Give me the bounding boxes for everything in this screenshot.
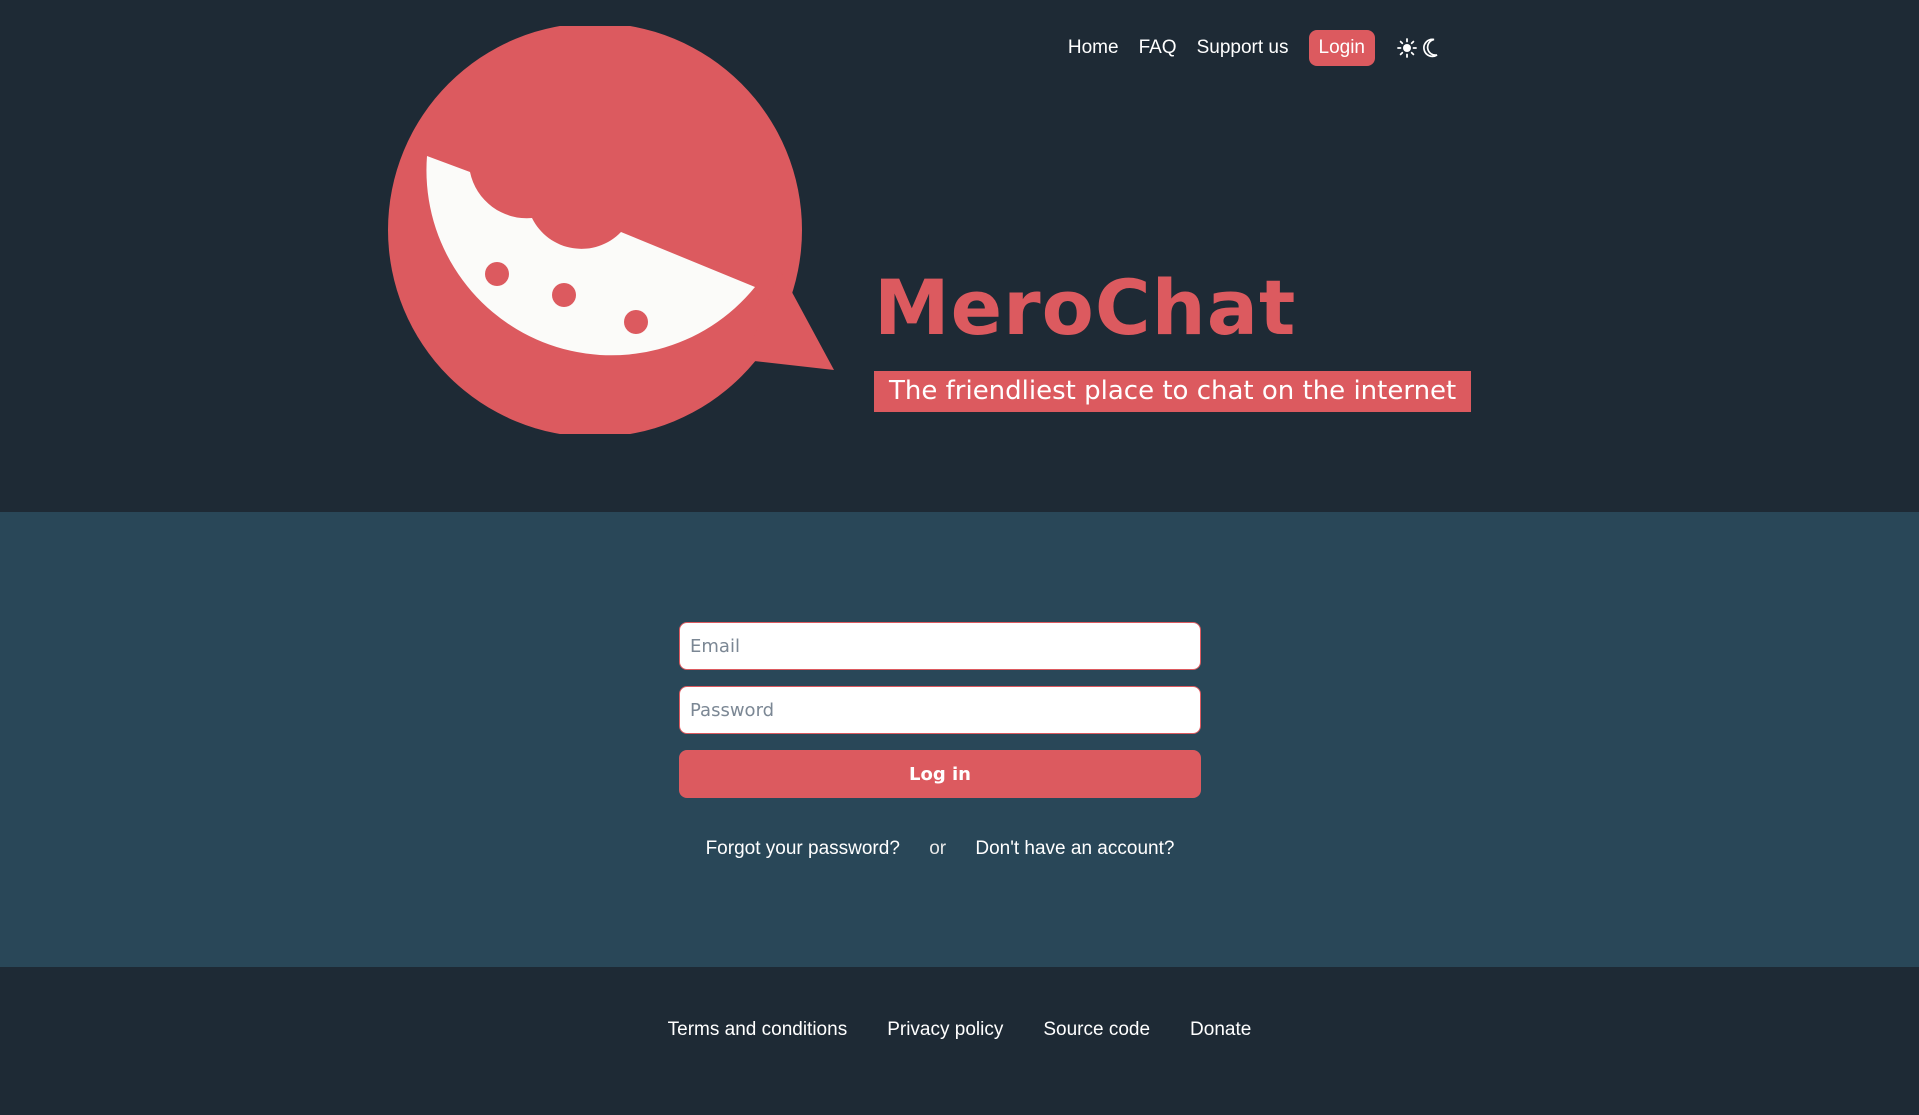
sun-icon[interactable] xyxy=(1397,38,1417,58)
site-header: Home FAQ Support us Login MeroChat The f… xyxy=(0,0,1919,512)
footer-source-link[interactable]: Source code xyxy=(1043,1019,1150,1041)
nav-support-link[interactable]: Support us xyxy=(1197,37,1289,59)
nav-faq-link[interactable]: FAQ xyxy=(1139,37,1177,59)
brand-tagline: The friendliest place to chat on the int… xyxy=(874,371,1472,412)
top-nav: Home FAQ Support us Login xyxy=(1068,30,1439,66)
or-separator: or xyxy=(929,838,947,859)
log-in-button[interactable]: Log in xyxy=(679,750,1201,798)
email-input[interactable] xyxy=(679,622,1201,670)
signup-link[interactable]: Don't have an account? xyxy=(975,838,1174,859)
site-footer: Terms and conditions Privacy policy Sour… xyxy=(0,967,1919,1115)
footer-links: Terms and conditions Privacy policy Sour… xyxy=(0,1019,1919,1041)
login-section: Log in Forgot your password? or Don't ha… xyxy=(0,512,1919,967)
merochat-logo xyxy=(388,26,834,434)
login-form: Log in Forgot your password? or Don't ha… xyxy=(679,622,1201,860)
footer-privacy-link[interactable]: Privacy policy xyxy=(887,1019,1003,1041)
footer-donate-link[interactable]: Donate xyxy=(1190,1019,1251,1041)
forgot-password-link[interactable]: Forgot your password? xyxy=(706,838,900,859)
form-links: Forgot your password? or Don't have an a… xyxy=(679,838,1201,860)
moon-icon[interactable] xyxy=(1423,38,1439,58)
password-input[interactable] xyxy=(679,686,1201,734)
nav-home-link[interactable]: Home xyxy=(1068,37,1119,59)
theme-toggle[interactable] xyxy=(1397,38,1439,58)
nav-login-button[interactable]: Login xyxy=(1308,30,1375,66)
brand-title: MeroChat xyxy=(874,263,1297,352)
brand-block: MeroChat The friendliest place to chat o… xyxy=(874,263,1472,412)
footer-terms-link[interactable]: Terms and conditions xyxy=(668,1019,848,1041)
